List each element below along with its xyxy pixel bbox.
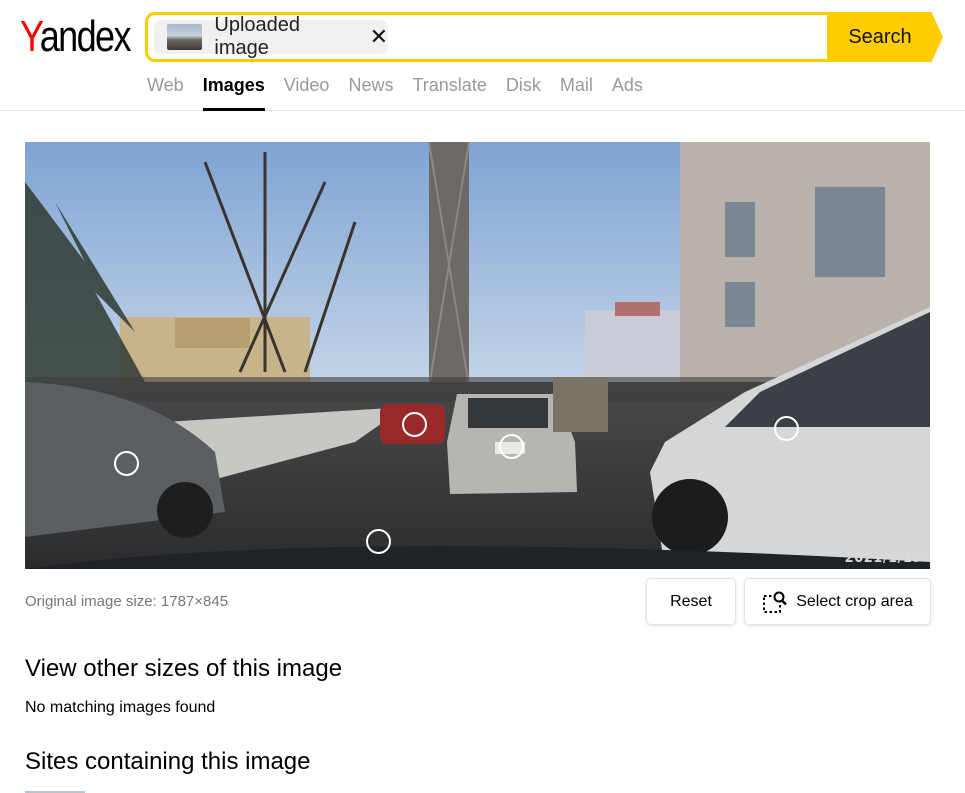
detected-object-hotspot[interactable] [402,412,427,437]
sites-heading: Sites containing this image [25,748,311,775]
street-scene-image [25,142,930,569]
tab-news[interactable]: News [348,74,393,111]
original-image-size: Original image size: 1787×845 [25,593,229,610]
image-datestamp: 2021/1/19 [844,551,922,566]
tab-translate[interactable]: Translate [412,74,486,111]
tab-disk[interactable]: Disk [506,74,541,111]
tab-video[interactable]: Video [284,74,330,111]
detected-object-hotspot[interactable] [366,529,391,554]
search-input[interactable]: Uploaded image ✕ [145,12,827,62]
close-icon[interactable]: ✕ [370,26,388,48]
tab-images[interactable]: Images [202,74,265,111]
no-matches-text: No matching images found [25,699,216,716]
yandex-logo[interactable]: Yandex [20,12,132,62]
other-sizes-heading: View other sizes of this image [25,655,343,682]
search-bar: Uploaded image ✕ Search [145,12,943,62]
uploaded-image-preview[interactable]: 2021/1/19 [25,142,930,569]
tab-ads[interactable]: Ads [612,74,643,111]
uploaded-image-chip[interactable]: Uploaded image ✕ [154,14,388,59]
detected-object-hotspot[interactable] [114,451,139,476]
reset-button[interactable]: Reset [646,578,736,625]
service-tabs: Web Images Video News Translate Disk Mai… [147,74,662,111]
tab-web[interactable]: Web [147,74,184,111]
uploaded-image-label: Uploaded image [214,14,301,59]
detected-object-hotspot[interactable] [774,416,799,441]
select-crop-area-label: Select crop area [796,592,913,610]
select-crop-area-button[interactable]: Select crop area [744,578,931,625]
header: Yandex Uploaded image ✕ Search Web Image… [0,0,965,111]
tab-mail[interactable]: Mail [560,74,593,111]
detected-object-hotspot[interactable] [499,434,524,459]
uploaded-image-thumbnail [167,24,203,50]
crop-search-icon [762,590,788,614]
search-button[interactable]: Search [827,12,943,62]
